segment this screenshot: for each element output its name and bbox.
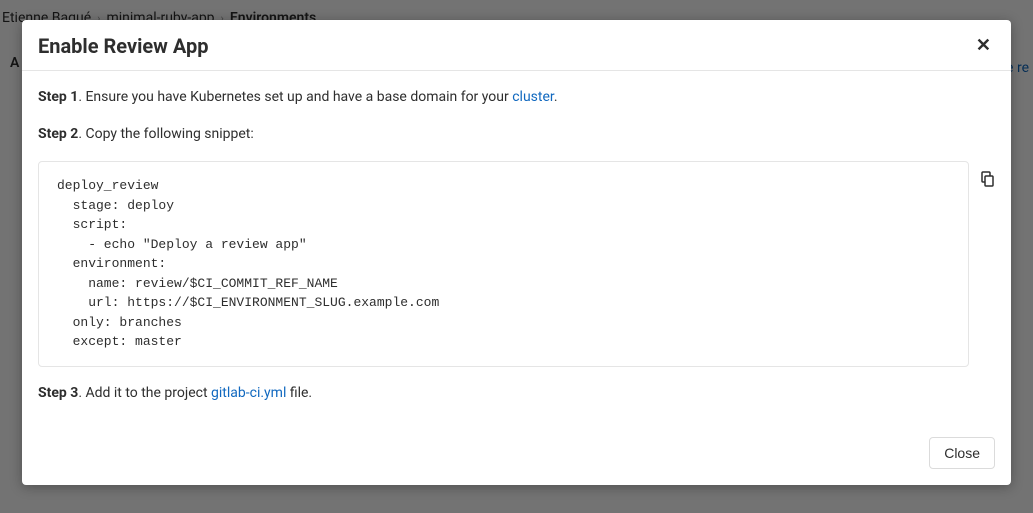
close-button[interactable]: Close — [929, 437, 995, 469]
step-1: Step 1. Ensure you have Kubernetes set u… — [38, 87, 995, 108]
modal-body: Step 1. Ensure you have Kubernetes set u… — [22, 71, 1011, 425]
code-snippet: deploy_review stage: deploy script: - ec… — [38, 161, 969, 367]
step-text: . Add it to the project — [78, 385, 211, 401]
step-text: file. — [286, 385, 312, 401]
step-2: Step 2. Copy the following snippet: — [38, 124, 995, 145]
snippet-container: deploy_review stage: deploy script: - ec… — [38, 161, 995, 367]
modal-footer: Close — [22, 425, 1011, 485]
step-label: Step 1 — [38, 89, 78, 105]
step-3: Step 3. Add it to the project gitlab-ci.… — [38, 383, 995, 404]
step-text: . Copy the following snippet: — [78, 126, 253, 142]
close-icon[interactable]: ✕ — [972, 35, 995, 57]
copy-icon[interactable] — [979, 161, 995, 187]
step-text: . — [554, 89, 558, 105]
step-text: . Ensure you have Kubernetes set up and … — [78, 89, 512, 105]
modal-title: Enable Review App — [38, 34, 208, 58]
modal-header: Enable Review App ✕ — [22, 20, 1011, 71]
step-label: Step 3 — [38, 385, 78, 401]
step-label: Step 2 — [38, 126, 78, 142]
enable-review-app-modal: Enable Review App ✕ Step 1. Ensure you h… — [22, 20, 1011, 485]
gitlab-ci-link[interactable]: gitlab-ci.yml — [211, 385, 286, 401]
cluster-link[interactable]: cluster — [512, 89, 554, 105]
